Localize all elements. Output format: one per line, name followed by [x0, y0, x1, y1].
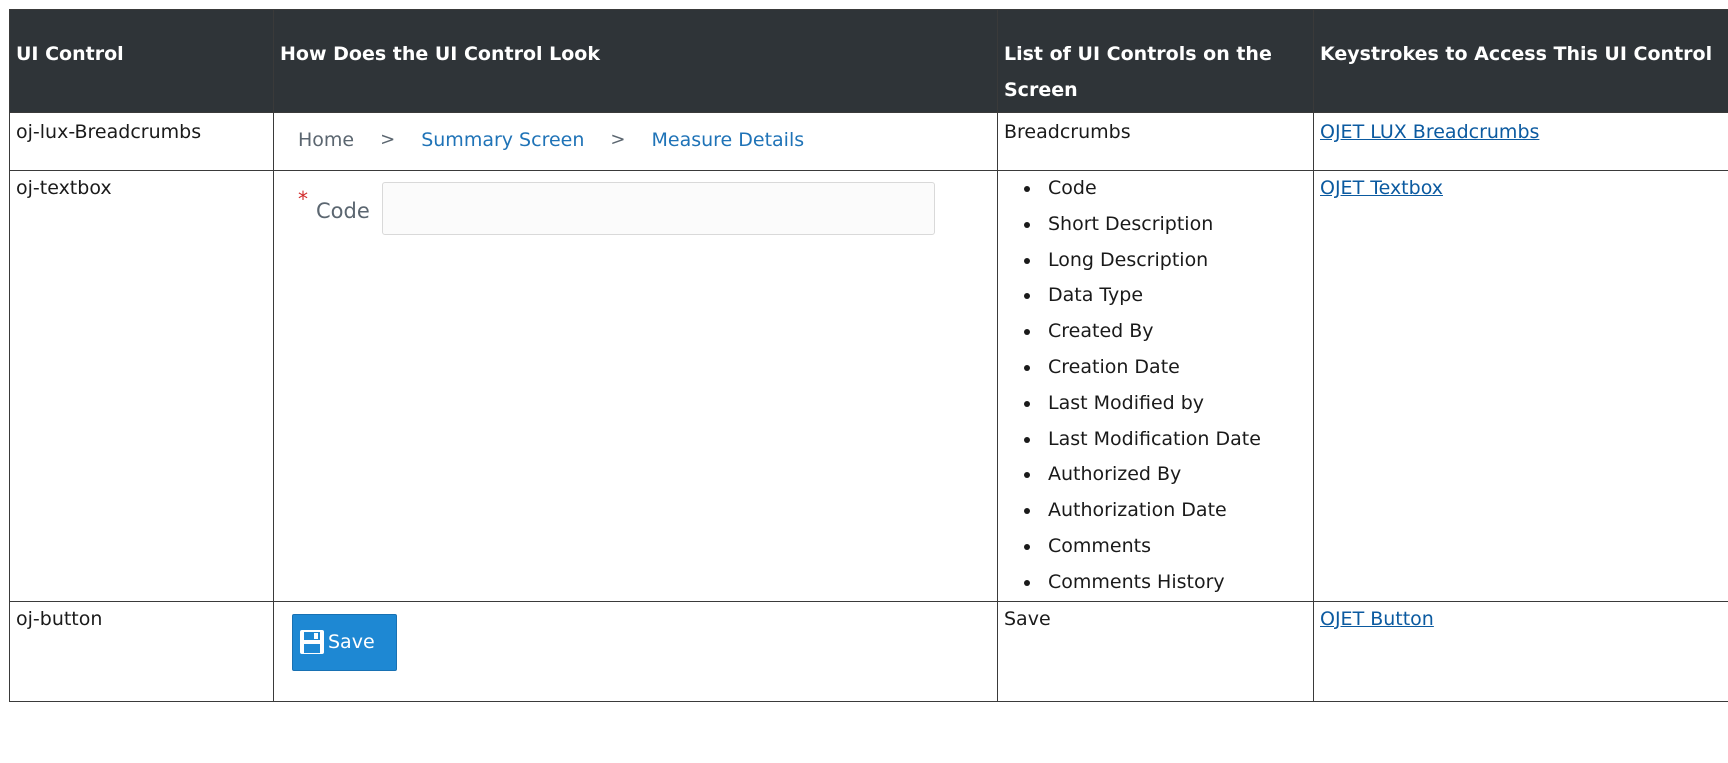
save-button[interactable]: Save	[292, 613, 397, 671]
chevron-right-icon: >	[610, 129, 626, 150]
doc-link-button[interactable]: OJET Button	[1320, 608, 1434, 630]
breadcrumb-summary-screen[interactable]: Summary Screen	[421, 129, 584, 151]
control-list: Code Short Description Long Description …	[1004, 171, 1307, 601]
table-row: oj-lux-Breadcrumbs Home > Summary Screen…	[9, 112, 1728, 171]
doc-link-textbox[interactable]: OJET Textbox	[1320, 177, 1443, 199]
chevron-right-icon: >	[380, 129, 396, 150]
header-ui-control: UI Control	[9, 9, 274, 113]
save-icon	[300, 630, 324, 655]
control-name: oj-textbox	[9, 170, 274, 602]
list-item: Last Modified by	[1042, 386, 1307, 422]
list-item: Authorization Date	[1042, 493, 1307, 529]
control-list-text: Save	[997, 600, 1314, 702]
control-list-cell: Code Short Description Long Description …	[997, 170, 1314, 602]
list-item: Comments History	[1042, 565, 1307, 601]
list-item: Comments	[1042, 529, 1307, 565]
keystroke-cell: OJET Textbox	[1313, 170, 1728, 602]
control-visual-cell: Save	[273, 600, 998, 702]
list-item: Code	[1042, 171, 1307, 207]
list-item: Data Type	[1042, 278, 1307, 314]
textbox-sample: * Code	[280, 171, 991, 235]
control-visual-cell: Home > Summary Screen > Measure Details	[273, 112, 998, 171]
keystroke-cell: OJET Button	[1313, 600, 1728, 702]
control-list-text: Breadcrumbs	[997, 112, 1314, 171]
control-name: oj-lux-Breadcrumbs	[9, 112, 274, 171]
control-visual-cell: * Code	[273, 170, 998, 602]
table-row: oj-button Save Save OJET Button	[9, 600, 1728, 702]
save-button-label: Save	[328, 630, 375, 653]
ui-controls-table: UI Control How Does the UI Control Look …	[9, 9, 1728, 702]
table-header-row: UI Control How Does the UI Control Look …	[9, 9, 1728, 113]
breadcrumb-home[interactable]: Home	[298, 129, 354, 151]
list-item: Long Description	[1042, 243, 1307, 279]
keystroke-cell: OJET LUX Breadcrumbs	[1313, 112, 1728, 171]
list-item: Last Modification Date	[1042, 422, 1307, 458]
code-input[interactable]	[381, 182, 935, 235]
list-item: Authorized By	[1042, 457, 1307, 493]
list-item: Created By	[1042, 314, 1307, 350]
required-marker: *	[298, 187, 308, 211]
table-row: oj-textbox * Code Code Short Description…	[9, 170, 1728, 602]
list-item: Short Description	[1042, 207, 1307, 243]
header-list-of-controls: List of UI Controls on the Screen	[997, 9, 1314, 113]
doc-link-breadcrumbs[interactable]: OJET LUX Breadcrumbs	[1320, 121, 1539, 143]
breadcrumb-measure-details[interactable]: Measure Details	[651, 129, 804, 151]
header-keystrokes: Keystrokes to Access This UI Control	[1313, 9, 1728, 113]
breadcrumb: Home > Summary Screen > Measure Details	[280, 115, 991, 151]
header-how-it-looks: How Does the UI Control Look	[273, 9, 998, 113]
control-name: oj-button	[9, 600, 274, 702]
code-label: Code	[316, 199, 370, 223]
list-item: Creation Date	[1042, 350, 1307, 386]
